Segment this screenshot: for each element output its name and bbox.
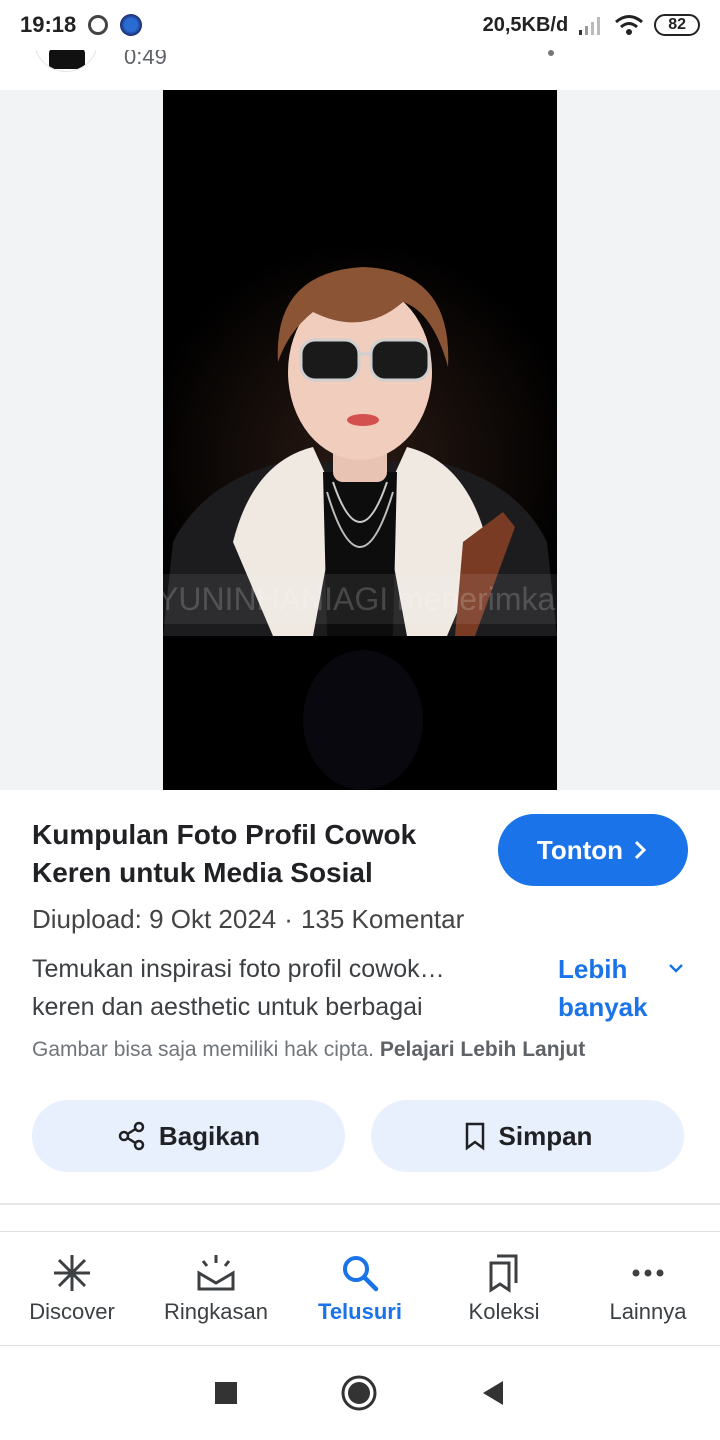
nav-item-lainnya[interactable]: Lainnya <box>576 1232 720 1345</box>
nav-label-telusuri: Telusuri <box>318 1298 402 1324</box>
learn-more-link[interactable]: Pelajari Lebih Lanjut <box>380 1038 585 1061</box>
bookmarks-icon <box>489 1254 518 1293</box>
share-icon <box>118 1121 145 1151</box>
video-frame[interactable]: AYUNINHANIAGI menerimkan. <box>163 90 557 790</box>
back-triangle-icon[interactable] <box>479 1378 507 1408</box>
comment-count[interactable]: 135 Komentar <box>301 904 464 934</box>
network-speed: 20,5KB/d <box>482 13 569 36</box>
signal-icon <box>579 17 601 35</box>
result-description: Temukan inspirasi foto profil cowok… ker… <box>32 950 512 1026</box>
share-button-label: Bagikan <box>158 1120 261 1151</box>
bookmark-icon <box>465 1122 484 1151</box>
search-icon <box>343 1255 379 1291</box>
watch-button-label: Tonton <box>536 834 624 865</box>
result-info-panel: Kumpulan Foto Profil Cowok Keren untuk M… <box>0 790 720 1200</box>
save-button-label: Simpan <box>498 1120 593 1151</box>
creator-overlay-text: AYUNINHANIAGI menerimkan. <box>163 574 557 624</box>
upload-date: Diupload: 9 Okt 2024 <box>32 904 277 934</box>
nav-label-discover: Discover <box>29 1298 115 1324</box>
home-circle-icon[interactable] <box>339 1373 379 1413</box>
nav-item-ringkasan[interactable]: Ringkasan <box>144 1232 288 1345</box>
save-button[interactable]: Simpan <box>371 1100 684 1172</box>
chevron-down-icon[interactable] <box>668 962 684 974</box>
copyright-notice-text: Gambar bisa saja memiliki hak cipta. <box>32 1038 374 1061</box>
result-title[interactable]: Kumpulan Foto Profil Cowok Keren untuk M… <box>32 816 472 892</box>
next-item-peek <box>0 1205 720 1231</box>
previous-item-indicator <box>548 50 554 56</box>
recents-square-icon[interactable] <box>213 1380 239 1406</box>
battery-indicator: 82 <box>654 14 700 36</box>
status-bar: 19:18 20,5KB/d 82 <box>0 0 720 50</box>
nav-item-telusuri[interactable]: Telusuri <box>288 1232 432 1345</box>
result-meta: Diupload: 9 Okt 2024 · 135 Komentar <box>32 904 464 935</box>
status-time: 19:18 <box>20 12 77 37</box>
app-notification-icon <box>120 14 143 36</box>
description-line-1: Temukan inspirasi foto profil cowok… <box>32 955 445 983</box>
bottom-navigation: Discover Ringkasan Telusuri Koleksi Lain… <box>0 1231 720 1345</box>
nav-label-lainnya: Lainnya <box>609 1298 687 1324</box>
nav-item-discover[interactable]: Discover <box>0 1232 144 1345</box>
wifi-icon <box>615 15 644 35</box>
watch-button[interactable]: Tonton <box>498 814 688 886</box>
system-navigation-bar <box>0 1345 720 1440</box>
chevron-right-icon <box>635 840 647 860</box>
asterisk-icon <box>54 1254 90 1291</box>
media-viewer[interactable]: AYUNINHANIAGI menerimkan. <box>0 90 720 790</box>
more-dots-icon <box>632 1269 664 1276</box>
record-icon <box>88 15 109 35</box>
sunrise-icon <box>197 1254 235 1290</box>
meta-separator: · <box>284 904 293 934</box>
nav-label-koleksi: Koleksi <box>468 1298 540 1324</box>
nav-label-ringkasan: Ringkasan <box>164 1298 268 1324</box>
share-button[interactable]: Bagikan <box>32 1100 345 1172</box>
copyright-notice: Gambar bisa saja memiliki hak cipta. Pel… <box>32 1038 585 1062</box>
description-line-2: keren dan aesthetic untuk berbagai <box>32 993 423 1021</box>
nav-item-koleksi[interactable]: Koleksi <box>432 1232 576 1345</box>
next-item-ghost-image <box>303 650 423 790</box>
more-link[interactable]: Lebih banyak <box>558 950 668 1026</box>
